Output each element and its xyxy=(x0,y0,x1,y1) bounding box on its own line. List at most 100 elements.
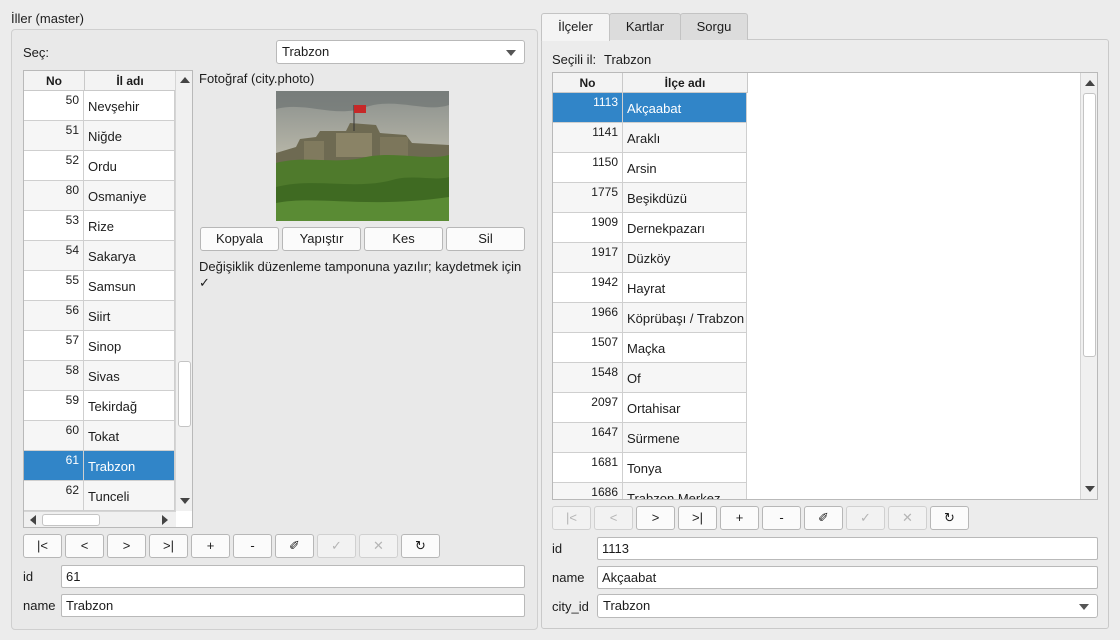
cell-no[interactable]: 60 xyxy=(24,421,84,451)
cell-name[interactable]: Samsun xyxy=(84,271,175,301)
remove-button[interactable]: - xyxy=(762,506,801,530)
table-row[interactable]: 52 Ordu xyxy=(24,151,175,181)
cell-no[interactable]: 1141 xyxy=(553,123,623,153)
detail-id-field[interactable]: 1113 xyxy=(597,537,1098,560)
district-table-vscrollbar[interactable] xyxy=(1080,73,1097,499)
cell-name[interactable]: Sinop xyxy=(84,331,175,361)
cell-name[interactable]: Sürmene xyxy=(623,423,747,453)
table-row[interactable]: 1507 Maçka xyxy=(553,333,747,363)
cell-name[interactable]: Trabzon Merkez xyxy=(623,483,747,499)
table-row[interactable]: 1113 Akçaabat xyxy=(553,93,747,123)
cell-name[interactable]: Tonya xyxy=(623,453,747,483)
table-row[interactable]: 61 Trabzon xyxy=(24,451,175,481)
cell-no[interactable]: 1942 xyxy=(553,273,623,303)
cell-no[interactable]: 53 xyxy=(24,211,84,241)
scroll-up-icon[interactable] xyxy=(180,77,190,83)
scroll-left-icon[interactable] xyxy=(30,515,36,525)
cell-no[interactable]: 62 xyxy=(24,481,84,511)
add-button[interactable]: + xyxy=(191,534,230,558)
table-row[interactable]: 1966 Köprübaşı / Trabzon xyxy=(553,303,747,333)
city-table-hscroll-thumb[interactable] xyxy=(42,514,100,526)
cell-no[interactable]: 1548 xyxy=(553,363,623,393)
cell-name[interactable]: Siirt xyxy=(84,301,175,331)
cell-name[interactable]: Dernekpazarı xyxy=(623,213,747,243)
column-header-no[interactable]: No xyxy=(553,73,623,93)
cell-name[interactable]: Düzköy xyxy=(623,243,747,273)
city-table-vscrollbar[interactable] xyxy=(175,71,192,511)
table-row[interactable]: 1548 Of xyxy=(553,363,747,393)
next-button[interactable]: > xyxy=(107,534,146,558)
cell-no[interactable]: 51 xyxy=(24,121,84,151)
cell-name[interactable]: Tunceli xyxy=(84,481,175,511)
table-row[interactable]: 50 Nevşehir xyxy=(24,91,175,121)
table-row[interactable]: 59 Tekirdağ xyxy=(24,391,175,421)
cancel-icon[interactable]: ✕ xyxy=(359,534,398,558)
cell-no[interactable]: 1966 xyxy=(553,303,623,333)
cell-no[interactable]: 50 xyxy=(24,91,84,121)
next-button[interactable]: > xyxy=(636,506,675,530)
cell-name[interactable]: Tekirdağ xyxy=(84,391,175,421)
cell-name[interactable]: Osmaniye xyxy=(84,181,175,211)
table-row[interactable]: 80 Osmaniye xyxy=(24,181,175,211)
prev-button[interactable]: < xyxy=(594,506,633,530)
tab-ilceler[interactable]: İlçeler xyxy=(541,13,610,41)
cell-name[interactable]: Ordu xyxy=(84,151,175,181)
paste-button[interactable]: Yapıştır xyxy=(282,227,361,251)
first-button[interactable]: |< xyxy=(552,506,591,530)
cell-no[interactable]: 80 xyxy=(24,181,84,211)
cell-no[interactable]: 61 xyxy=(24,451,84,481)
add-button[interactable]: + xyxy=(720,506,759,530)
cell-name[interactable]: Trabzon xyxy=(84,451,175,481)
table-row[interactable]: 1942 Hayrat xyxy=(553,273,747,303)
cell-no[interactable]: 59 xyxy=(24,391,84,421)
last-button[interactable]: >| xyxy=(678,506,717,530)
table-row[interactable]: 60 Tokat xyxy=(24,421,175,451)
scroll-up-icon[interactable] xyxy=(1085,80,1095,86)
cell-no[interactable]: 1909 xyxy=(553,213,623,243)
scroll-right-icon[interactable] xyxy=(162,515,168,525)
cell-no[interactable]: 1507 xyxy=(553,333,623,363)
cell-name[interactable]: Ortahisar xyxy=(623,393,747,423)
detail-city-select[interactable]: Trabzon xyxy=(597,594,1098,618)
cell-no[interactable]: 1917 xyxy=(553,243,623,273)
city-table[interactable]: No İl adı 50 Nevşehir 51 Niğde 52 Ordu 80 Osman… xyxy=(23,70,193,528)
table-row[interactable]: 56 Siirt xyxy=(24,301,175,331)
refresh-icon[interactable]: ↻ xyxy=(401,534,440,558)
city-select[interactable]: Trabzon xyxy=(276,40,525,64)
table-row[interactable]: 58 Sivas xyxy=(24,361,175,391)
table-row[interactable]: 1681 Tonya xyxy=(553,453,747,483)
cell-no[interactable]: 1681 xyxy=(553,453,623,483)
table-row[interactable]: 1150 Arsin xyxy=(553,153,747,183)
cell-no[interactable]: 57 xyxy=(24,331,84,361)
refresh-icon[interactable]: ↻ xyxy=(930,506,969,530)
scroll-down-icon[interactable] xyxy=(180,498,190,504)
delete-button[interactable]: Sil xyxy=(446,227,525,251)
cell-name[interactable]: Of xyxy=(623,363,747,393)
table-row[interactable]: 1917 Düzköy xyxy=(553,243,747,273)
tab-kartlar[interactable]: Kartlar xyxy=(609,13,681,40)
column-header-name[interactable]: İl adı xyxy=(85,71,176,91)
table-row[interactable]: 53 Rize xyxy=(24,211,175,241)
cancel-icon[interactable]: ✕ xyxy=(888,506,927,530)
table-row[interactable]: 1686 Trabzon Merkez xyxy=(553,483,747,499)
remove-button[interactable]: - xyxy=(233,534,272,558)
district-table-vscroll-thumb[interactable] xyxy=(1083,93,1096,357)
cell-no[interactable]: 55 xyxy=(24,271,84,301)
table-row[interactable]: 55 Samsun xyxy=(24,271,175,301)
table-row[interactable]: 57 Sinop xyxy=(24,331,175,361)
cell-name[interactable]: Köprübaşı / Trabzon xyxy=(623,303,747,333)
last-button[interactable]: >| xyxy=(149,534,188,558)
cell-name[interactable]: Akçaabat xyxy=(623,93,747,123)
cell-name[interactable]: Maçka xyxy=(623,333,747,363)
cell-no[interactable]: 52 xyxy=(24,151,84,181)
master-id-field[interactable]: 61 xyxy=(61,565,525,588)
cell-name[interactable]: Arsin xyxy=(623,153,747,183)
cell-no[interactable]: 1647 xyxy=(553,423,623,453)
edit-icon[interactable]: ✐ xyxy=(275,534,314,558)
cell-no[interactable]: 1775 xyxy=(553,183,623,213)
city-table-hscrollbar[interactable] xyxy=(24,511,176,527)
cell-name[interactable]: Niğde xyxy=(84,121,175,151)
table-row[interactable]: 51 Niğde xyxy=(24,121,175,151)
prev-button[interactable]: < xyxy=(65,534,104,558)
cell-name[interactable]: Beşikdüzü xyxy=(623,183,747,213)
